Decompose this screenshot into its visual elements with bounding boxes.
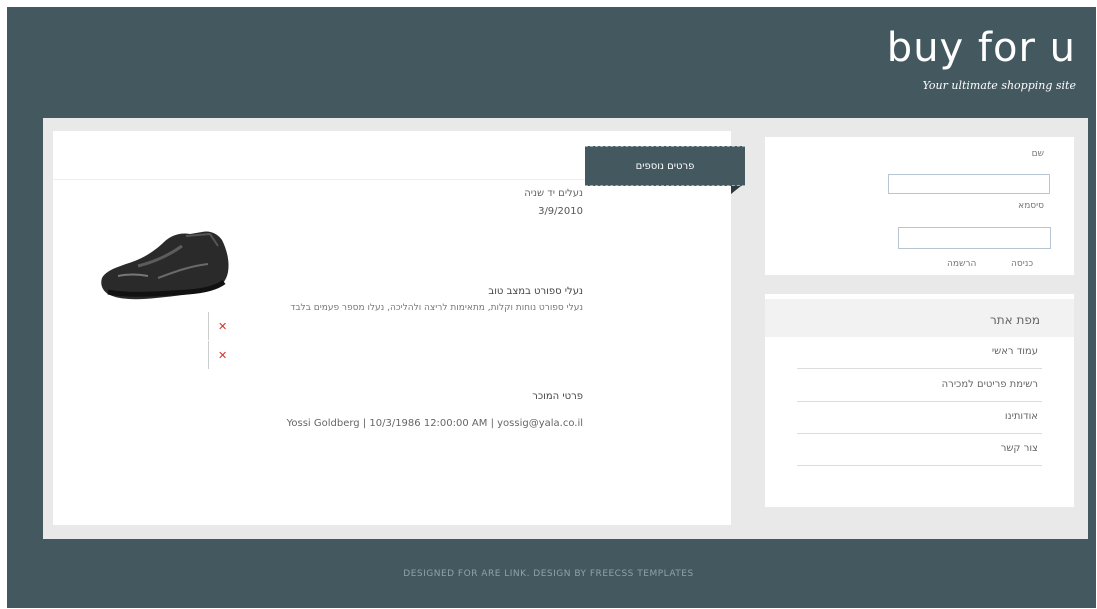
item-description: נעלי ספורט נוחות וקלות, מתאימות לריצה ול… [290, 303, 583, 313]
item-heading: נעלי ספורט במצב טוב [488, 286, 583, 297]
post-date: 3/9/2010 [538, 206, 583, 217]
username-input[interactable] [888, 174, 1050, 194]
nav-item-home[interactable]: עמוד ראשי [797, 338, 1042, 369]
broken-image-1: ✕ [208, 312, 234, 340]
login-box: שם סיסמא כניסה הרשמה [765, 137, 1074, 275]
post-title: נעלים יד שניה [524, 188, 583, 199]
site-map-box: מפת אתר עמוד ראשי רשימת פריטים למכירה או… [765, 294, 1074, 507]
site-title[interactable]: buy for u [887, 25, 1076, 71]
nav-item-items-for-sale[interactable]: רשימת פריטים למכירה [797, 371, 1042, 402]
nav-item-label: רשימת פריטים למכירה [941, 379, 1038, 390]
broken-image-icon: ✕ [218, 320, 228, 333]
seller-heading: פרטי המוכר [532, 391, 583, 402]
login-link[interactable]: כניסה [1011, 259, 1033, 269]
nav-item-contact[interactable]: צור קשר [797, 435, 1042, 466]
footer-text: DESIGNED FOR ARE LINK. DESIGN BY FREECSS… [403, 569, 694, 579]
seller-details: Yossi Goldberg | 10/3/1986 12:00:00 AM |… [286, 418, 583, 429]
shoe-image [101, 231, 229, 300]
site-map-title: מפת אתר [989, 313, 1040, 327]
nav-item-label: צור קשר [1000, 443, 1038, 454]
site-map-header: מפת אתר [765, 299, 1074, 337]
main-container: נעלים יד שניה 3/9/2010 נעלי ספורט במצב ט… [43, 118, 1088, 539]
password-label: סיסמא [1018, 201, 1044, 211]
username-label: שם [1031, 149, 1044, 159]
content-panel: נעלים יד שניה 3/9/2010 נעלי ספורט במצב ט… [53, 131, 731, 525]
post-ribbon: פרטים נוספים [585, 146, 745, 186]
nav-item-about[interactable]: אודותינו [797, 403, 1042, 434]
password-input[interactable] [898, 227, 1051, 249]
broken-image-2: ✕ [208, 341, 234, 369]
nav-item-label: אודותינו [1004, 411, 1038, 422]
ribbon-fold [731, 186, 741, 194]
broken-image-icon: ✕ [218, 349, 228, 362]
site-tagline: Your ultimate shopping site [922, 79, 1076, 92]
nav-item-label: עמוד ראשי [991, 346, 1038, 357]
register-link[interactable]: הרשמה [947, 259, 976, 269]
